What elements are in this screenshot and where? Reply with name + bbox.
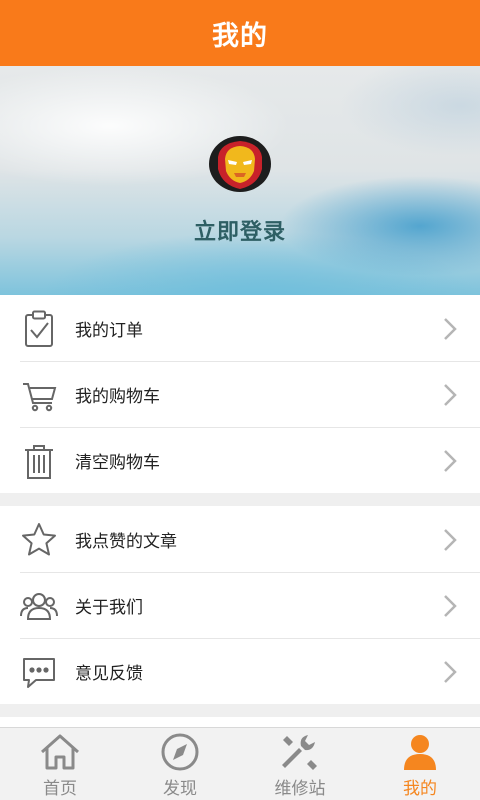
tab-label: 维修站	[274, 779, 326, 799]
trash-icon	[25, 445, 53, 479]
tab-repair-station[interactable]: 维修站	[240, 728, 360, 800]
menu-group-orders: 我的订单 我的购物车 清空购物车	[0, 295, 480, 493]
tools-icon	[282, 735, 317, 770]
tab-label: 发现	[163, 779, 197, 799]
menu-item-label: 我点赞的文章	[75, 531, 177, 552]
chevron-right-icon	[444, 450, 457, 472]
tab-mine[interactable]: 我的	[360, 728, 480, 800]
tab-label: 首页	[43, 779, 77, 799]
chevron-right-icon	[444, 595, 457, 617]
chevron-right-icon	[444, 661, 457, 683]
cart-icon	[23, 383, 57, 412]
page-title: 我的	[212, 20, 268, 52]
home-icon	[41, 734, 79, 770]
app-header: 我的	[0, 0, 480, 66]
chevron-right-icon	[444, 318, 457, 340]
menu-item-liked-articles[interactable]: 我点赞的文章	[0, 506, 480, 572]
iron-man-avatar-icon[interactable]	[208, 135, 272, 193]
chevron-right-icon	[444, 384, 457, 406]
star-icon	[22, 523, 56, 556]
menu-item-label: 意见反馈	[75, 663, 143, 684]
clipboard-check-icon	[25, 310, 53, 347]
menu-item-feedback[interactable]: 意见反馈	[0, 638, 480, 704]
profile-banner: 立即登录	[0, 66, 480, 295]
menu-item-my-cart[interactable]: 我的购物车	[0, 361, 480, 427]
chat-bubble-icon	[23, 658, 55, 688]
menu-item-about-us[interactable]: 关于我们	[0, 572, 480, 638]
compass-icon	[161, 733, 199, 771]
person-icon	[404, 735, 436, 770]
divider	[0, 717, 480, 727]
tab-home[interactable]: 首页	[0, 728, 120, 800]
bottom-tab-bar: 首页 发现 维修站 我的	[0, 727, 480, 800]
chevron-right-icon	[444, 529, 457, 551]
menu-item-label: 我的购物车	[75, 386, 160, 407]
menu-item-clear-cart[interactable]: 清空购物车	[0, 427, 480, 493]
menu-item-label: 关于我们	[75, 597, 143, 618]
menu-item-label: 清空购物车	[75, 452, 160, 473]
tab-label: 我的	[403, 779, 437, 799]
menu-group-more: 我点赞的文章 关于我们 意见反馈	[0, 506, 480, 704]
menu-item-my-orders[interactable]: 我的订单	[0, 295, 480, 361]
login-link[interactable]: 立即登录	[0, 214, 480, 246]
tab-discover[interactable]: 发现	[120, 728, 240, 800]
users-icon	[20, 593, 58, 620]
menu-item-label: 我的订单	[75, 320, 143, 341]
